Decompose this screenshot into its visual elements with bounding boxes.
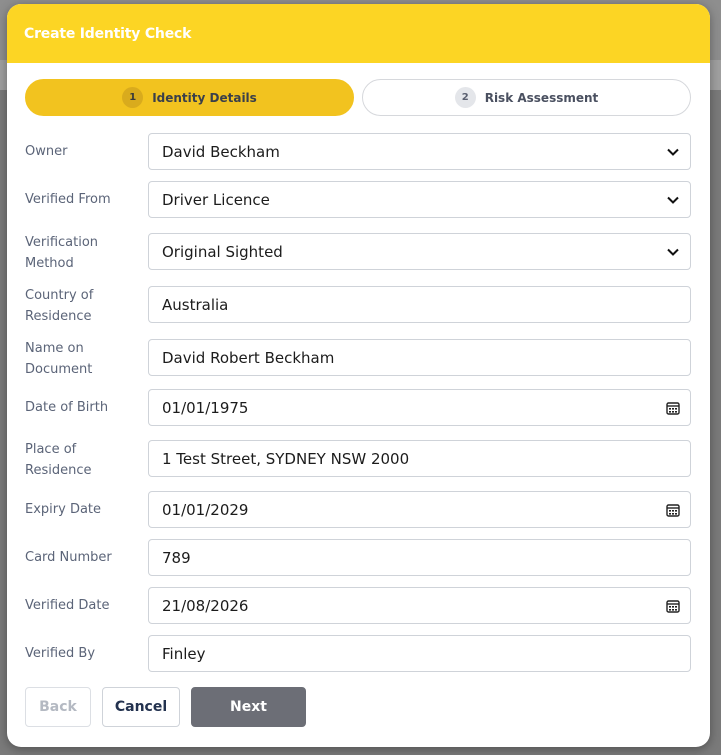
verified-by-value: Finley: [162, 644, 206, 663]
verification-method-label: Verification Method: [25, 235, 99, 271]
country-of-residence-input[interactable]: Australia: [148, 286, 691, 323]
country-of-residence-value: Australia: [162, 295, 229, 314]
card-number-label: Card Number: [25, 550, 112, 565]
owner-select[interactable]: David Beckham: [148, 133, 691, 170]
place-of-residence-label: Place of Residence: [25, 442, 92, 478]
expiry-date-label: Expiry Date: [25, 502, 102, 517]
chevron-down-icon: [666, 193, 680, 207]
name-on-document-value: David Robert Beckham: [162, 348, 335, 367]
date-of-birth-input[interactable]: 01/01/1975: [148, 389, 691, 426]
date-of-birth-row: Date of Birth 01/01/1975: [25, 389, 691, 426]
card-number-value: 789: [162, 548, 191, 567]
country-of-residence-row: Country of Residence Australia: [25, 285, 691, 327]
verification-method-row: Verification Method Original Sighted: [25, 232, 691, 274]
next-button[interactable]: Next: [191, 687, 306, 727]
place-of-residence-input[interactable]: 1 Test Street, SYDNEY NSW 2000: [148, 440, 691, 477]
place-of-residence-value: 1 Test Street, SYDNEY NSW 2000: [162, 449, 410, 468]
cancel-button[interactable]: Cancel: [102, 687, 180, 727]
verified-date-value: 21/08/2026: [162, 596, 249, 615]
card-number-input[interactable]: 789: [148, 539, 691, 576]
chevron-down-icon: [666, 245, 680, 259]
card-number-row: Card Number 789: [25, 539, 691, 576]
expiry-date-value: 01/01/2029: [162, 500, 249, 519]
name-on-document-row: Name on Document David Robert Beckham: [25, 338, 691, 380]
expiry-date-row: Expiry Date 01/01/2029: [25, 491, 691, 528]
verified-by-label: Verified By: [25, 646, 96, 661]
country-of-residence-label: Country of Residence: [25, 288, 94, 324]
verified-by-row: Verified By Finley: [25, 635, 691, 672]
verification-method-select[interactable]: Original Sighted: [148, 233, 691, 270]
place-of-residence-row: Place of Residence 1 Test Street, SYDNEY…: [25, 439, 691, 481]
owner-value: David Beckham: [162, 142, 280, 161]
expiry-date-input[interactable]: 01/01/2029: [148, 491, 691, 528]
verified-from-select[interactable]: Driver Licence: [148, 181, 691, 218]
back-button[interactable]: Back: [25, 687, 91, 727]
modal-footer: Back Cancel Next: [25, 687, 306, 727]
date-of-birth-label: Date of Birth: [25, 400, 109, 415]
verification-method-value: Original Sighted: [162, 242, 283, 261]
owner-label: Owner: [25, 144, 68, 159]
verified-from-row: Verified From Driver Licence: [25, 181, 691, 218]
verified-date-input[interactable]: 21/08/2026: [148, 587, 691, 624]
calendar-icon[interactable]: [666, 503, 680, 517]
calendar-icon[interactable]: [666, 401, 680, 415]
name-on-document-input[interactable]: David Robert Beckham: [148, 339, 691, 376]
identity-form: Owner David Beckham Verified From Driver…: [7, 4, 710, 747]
verified-from-label: Verified From: [25, 192, 111, 207]
chevron-down-icon: [666, 145, 680, 159]
owner-row: Owner David Beckham: [25, 133, 691, 170]
calendar-icon[interactable]: [666, 599, 680, 613]
create-identity-check-modal: Create Identity Check 1 Identity Details…: [7, 4, 710, 747]
verified-from-value: Driver Licence: [162, 190, 270, 209]
date-of-birth-value: 01/01/1975: [162, 398, 249, 417]
verified-date-row: Verified Date 21/08/2026: [25, 587, 691, 624]
verified-by-input[interactable]: Finley: [148, 635, 691, 672]
name-on-document-label: Name on Document: [25, 341, 93, 377]
verified-date-label: Verified Date: [25, 598, 110, 613]
